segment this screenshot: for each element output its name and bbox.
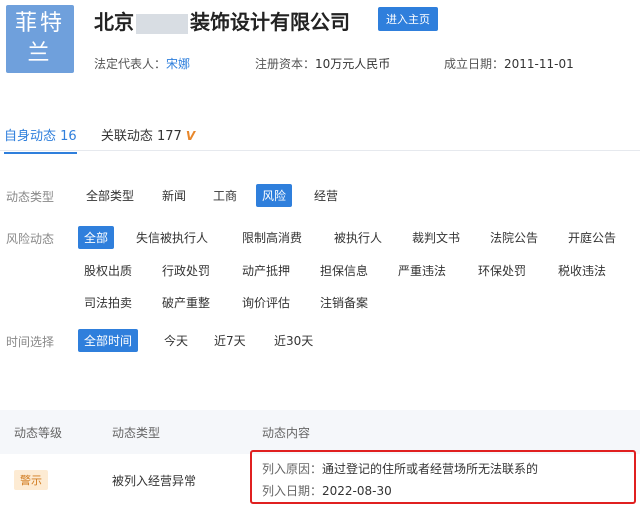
risk-option-equity-pledge[interactable]: 股权出质	[78, 259, 138, 282]
time-option-today[interactable]: 今天	[158, 329, 194, 352]
type-option-news[interactable]: 新闻	[156, 184, 192, 207]
enter-homepage-button[interactable]: 进入主页	[378, 7, 438, 31]
time-filter-label: 时间选择	[6, 335, 55, 349]
risk-option-bankruptcy[interactable]: 破产重整	[156, 291, 216, 314]
risk-option-all[interactable]: 全部	[78, 226, 115, 249]
tab-related-dynamics[interactable]: 关联动态 177 V	[101, 125, 195, 152]
risk-option-env-penalty[interactable]: 环保处罚	[472, 259, 532, 282]
header-type: 动态类型	[112, 426, 161, 440]
redacted-text	[136, 13, 188, 34]
time-option-all[interactable]: 全部时间	[78, 329, 139, 352]
legal-rep-link[interactable]: 宋娜	[166, 57, 190, 71]
founded-date: 成立日期：2011-11-01	[444, 57, 574, 71]
risk-option-guarantee[interactable]: 担保信息	[314, 259, 374, 282]
type-option-operation[interactable]: 经营	[308, 184, 344, 207]
row-dynamic-type: 被列入经营异常	[112, 474, 197, 488]
risk-option-tax-violation[interactable]: 税收违法	[552, 259, 612, 282]
company-logo: 菲特 兰	[6, 5, 74, 73]
risk-option-admin-penalty[interactable]: 行政处罚	[156, 259, 216, 282]
risk-option-judgment[interactable]: 裁判文书	[406, 226, 466, 249]
header-content: 动态内容	[262, 426, 311, 440]
header-level: 动态等级	[14, 426, 63, 440]
risk-option-judicial-auction[interactable]: 司法拍卖	[78, 291, 138, 314]
logo-line-1: 菲特	[14, 11, 65, 36]
risk-option-court-notice[interactable]: 法院公告	[484, 226, 544, 249]
warning-level-badge: 警示	[14, 470, 48, 490]
risk-option-serious-violation[interactable]: 严重违法	[392, 259, 452, 282]
risk-option-chattel-mortgage[interactable]: 动产抵押	[236, 259, 296, 282]
risk-option-price-assessment[interactable]: 询价评估	[236, 291, 296, 314]
type-option-business[interactable]: 工商	[207, 184, 243, 207]
logo-line-2: 兰	[27, 41, 53, 66]
vip-icon: V	[185, 129, 196, 143]
risk-option-hearing-notice[interactable]: 开庭公告	[562, 226, 622, 249]
risk-option-consumption-limit[interactable]: 限制高消费	[236, 226, 308, 249]
registered-capital: 注册资本：10万元人民币	[255, 57, 391, 71]
time-option-30days[interactable]: 近30天	[268, 329, 319, 352]
highlight-box	[250, 450, 636, 504]
risk-option-dishonest[interactable]: 失信被执行人	[130, 226, 214, 249]
risk-option-executed[interactable]: 被执行人	[328, 226, 388, 249]
company-name: 北京 装饰设计有限公司	[94, 10, 350, 34]
type-filter-label: 动态类型	[6, 190, 55, 204]
time-option-7days[interactable]: 近7天	[208, 329, 252, 352]
risk-filter-label: 风险动态	[6, 232, 55, 246]
tabs-divider	[0, 150, 640, 151]
risk-option-deregistration[interactable]: 注销备案	[314, 291, 374, 314]
type-option-risk[interactable]: 风险	[256, 184, 293, 207]
table-header	[0, 410, 640, 454]
legal-representative: 法定代表人：宋娜	[94, 57, 191, 71]
type-option-all[interactable]: 全部类型	[80, 184, 140, 207]
